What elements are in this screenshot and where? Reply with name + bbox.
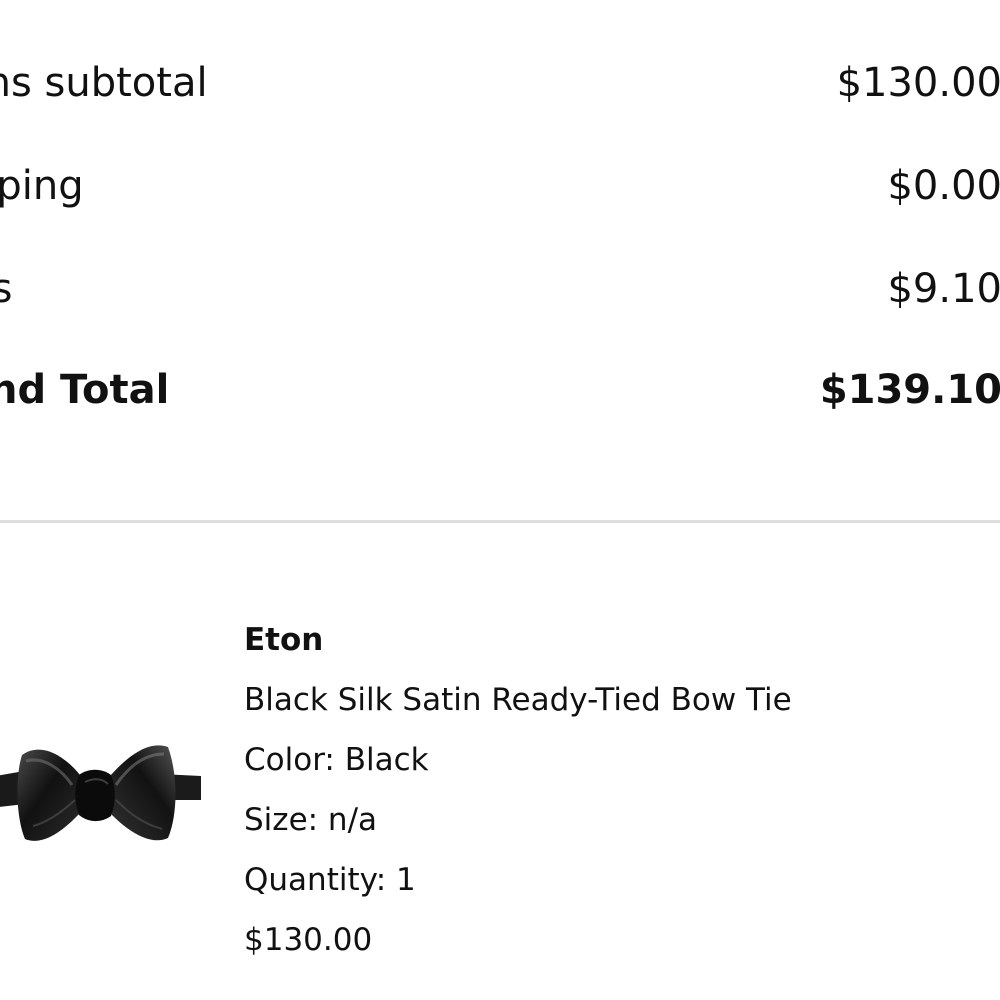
shipping-label: pping [0,163,84,209]
product-quantity: Quantity: 1 [244,862,416,898]
product-size: Size: n/a [244,802,378,838]
grand-total-value: $139.10 [819,367,1000,413]
grand-total-row: and Total $139.10 [0,360,1000,420]
grand-total-label: and Total [0,367,170,413]
shipping-row: pping $0.00 [0,156,1000,216]
taxes-label: es [0,266,13,312]
product-image[interactable] [0,730,210,860]
items-subtotal-value: $130.00 [836,60,1000,106]
taxes-value: $9.10 [887,266,1000,312]
items-subtotal-label: ms subtotal [0,60,208,106]
product-price: $130.00 [244,922,373,958]
taxes-row: es $9.10 [0,259,1000,319]
order-summary-page: ms subtotal $130.00 pping $0.00 es $9.10… [0,0,1000,1000]
items-subtotal-row: ms subtotal $130.00 [0,53,1000,113]
product-brand: Eton [244,622,324,658]
product-details: Eton Black Silk Satin Ready-Tied Bow Tie… [244,616,974,976]
product-name[interactable]: Black Silk Satin Ready-Tied Bow Tie [244,676,974,724]
section-divider [0,520,1000,523]
shipping-value: $0.00 [887,163,1000,209]
product-color: Color: Black [244,742,429,778]
bow-tie-icon [0,745,201,841]
